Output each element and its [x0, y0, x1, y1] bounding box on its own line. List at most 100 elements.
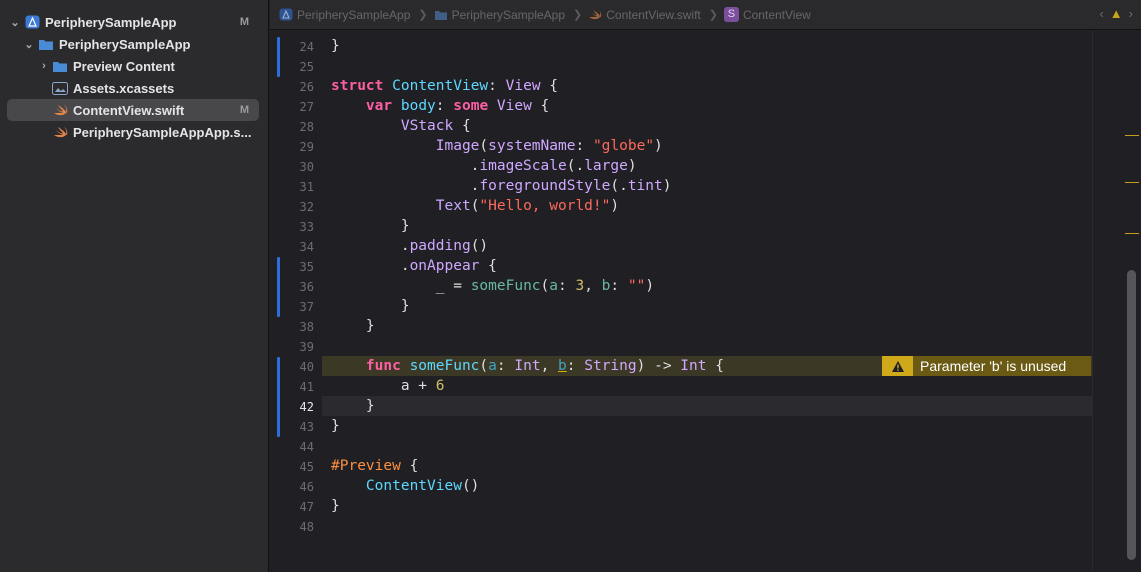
code-token: ) — [645, 278, 655, 294]
navigator-item-preview-content[interactable]: › Preview Content — [7, 55, 259, 77]
code-line[interactable]: func someFunc(a: Int, b: String) -> Int … — [331, 356, 724, 376]
code-line[interactable]: .foregroundStyle(.tint) — [331, 176, 672, 196]
code-token: : — [488, 78, 506, 94]
project-icon — [279, 8, 293, 21]
code-line[interactable]: } — [331, 316, 375, 336]
line-number: 27 — [299, 100, 314, 114]
minimap-warning-mark — [1125, 233, 1139, 234]
code-token: . — [331, 158, 480, 174]
code-token: ( — [479, 138, 489, 154]
code-token: } — [331, 38, 340, 54]
navigator-item-contentview[interactable]: ContentView.swift M — [7, 99, 259, 121]
code-line[interactable]: .onAppear { — [331, 256, 497, 276]
navigator-item-label: Preview Content — [73, 58, 175, 74]
vertical-scrollbar[interactable] — [1127, 270, 1136, 560]
code-token: foregroundStyle — [479, 178, 611, 194]
navigator-item-app[interactable]: PeripherySampleAppApp.s... — [7, 121, 259, 143]
code-token: } — [331, 218, 410, 234]
project-icon — [24, 15, 40, 29]
code-line[interactable]: ContentView() — [331, 476, 480, 496]
code-line[interactable]: .padding() — [331, 236, 488, 256]
code-token: var — [365, 98, 393, 114]
code-token: : — [435, 98, 454, 114]
project-label: PeripherySampleApp — [45, 14, 177, 30]
code-line[interactable]: } — [331, 396, 375, 416]
code-token: () — [470, 238, 489, 254]
navigator-item-label: PeripherySampleAppApp.s... — [73, 124, 252, 140]
code-line[interactable]: #Preview { — [331, 456, 418, 476]
warning-icon — [882, 356, 913, 376]
group-row[interactable]: ⌄ PeripherySampleApp — [7, 33, 259, 55]
code-line[interactable]: } — [331, 416, 340, 436]
code-line[interactable]: } — [331, 296, 410, 316]
code-token: } — [331, 298, 410, 314]
breadcrumb-project[interactable]: PeripherySampleApp — [279, 8, 410, 22]
code-token: someFunc — [409, 358, 480, 374]
line-number: 35 — [299, 260, 314, 274]
code-token: imageScale — [479, 158, 567, 174]
code-line[interactable]: VStack { — [331, 116, 471, 136]
code-token: "" — [627, 278, 646, 294]
breadcrumb-group[interactable]: PeripherySampleApp — [434, 8, 565, 22]
warning-icon[interactable]: ▲ — [1110, 6, 1123, 21]
line-number-current: 42 — [299, 400, 314, 414]
code-token: String — [584, 358, 637, 374]
swift-file-icon — [52, 103, 68, 117]
code-line[interactable]: } — [331, 216, 410, 236]
code-token: } — [331, 318, 375, 334]
previous-issue-icon[interactable]: ‹ — [1099, 6, 1103, 21]
line-number: 38 — [299, 320, 314, 334]
code-token: VStack — [400, 118, 454, 134]
group-label: PeripherySampleApp — [59, 36, 191, 52]
warning-message: Parameter 'b' is unused — [913, 356, 1091, 376]
code-line[interactable]: } — [331, 36, 340, 56]
navigator-item-assets[interactable]: Assets.xcassets — [7, 77, 259, 99]
line-number: 45 — [299, 460, 314, 474]
chevron-down-icon[interactable]: ⌄ — [9, 16, 21, 29]
line-number: 25 — [299, 60, 314, 74]
chevron-right-icon[interactable]: › — [38, 60, 50, 72]
inline-warning[interactable]: Parameter 'b' is unused — [882, 356, 1091, 376]
code-token: , — [584, 278, 602, 294]
line-number-gutter: 24 25 26 27 28 29 30 31 32 33 34 35 36 3… — [270, 31, 322, 572]
code-token: someFunc — [470, 278, 541, 294]
code-token: ) — [627, 158, 637, 174]
chevron-down-icon[interactable]: ⌄ — [23, 38, 35, 51]
assets-icon — [52, 81, 68, 95]
modified-badge: M — [239, 104, 249, 116]
code-line[interactable]: var body: some View { — [331, 96, 549, 116]
code-token: tint — [627, 178, 663, 194]
code-token: a — [488, 358, 497, 374]
line-number: 29 — [299, 140, 314, 154]
code-token: _ = — [331, 278, 471, 294]
code-token: , — [540, 358, 559, 374]
line-number: 48 — [299, 520, 314, 534]
project-row[interactable]: ⌄ PeripherySampleApp M — [7, 11, 259, 33]
breadcrumb-file[interactable]: ContentView.swift — [588, 8, 701, 22]
code-line[interactable]: Text("Hello, world!") — [331, 196, 619, 216]
code-token: a + — [331, 378, 436, 394]
next-issue-icon[interactable]: › — [1129, 6, 1133, 21]
breadcrumb-symbol[interactable]: S ContentView — [723, 7, 811, 22]
code-line[interactable]: _ = someFunc(a: 3, b: "") — [331, 276, 654, 296]
code-line[interactable]: struct ContentView: View { — [331, 76, 558, 96]
folder-icon — [52, 59, 68, 73]
code-token: Int — [680, 358, 707, 374]
code-line[interactable]: a + 6 — [331, 376, 445, 396]
code-token: } — [331, 498, 340, 514]
code-token: "globe" — [592, 138, 655, 154]
code-token: : — [566, 358, 585, 374]
code-line[interactable]: Image(systemName: "globe") — [331, 136, 663, 156]
code-token: View — [505, 78, 541, 94]
code-token: : — [575, 138, 593, 154]
code-line[interactable]: .imageScale(.large) — [331, 156, 637, 176]
line-number: 46 — [299, 480, 314, 494]
line-number: 33 — [299, 220, 314, 234]
code-line[interactable]: } — [331, 496, 340, 516]
code-token: ) — [662, 178, 672, 194]
line-number: 24 — [299, 40, 314, 54]
code-token: (. — [566, 158, 585, 174]
modified-badge: M — [239, 16, 249, 28]
